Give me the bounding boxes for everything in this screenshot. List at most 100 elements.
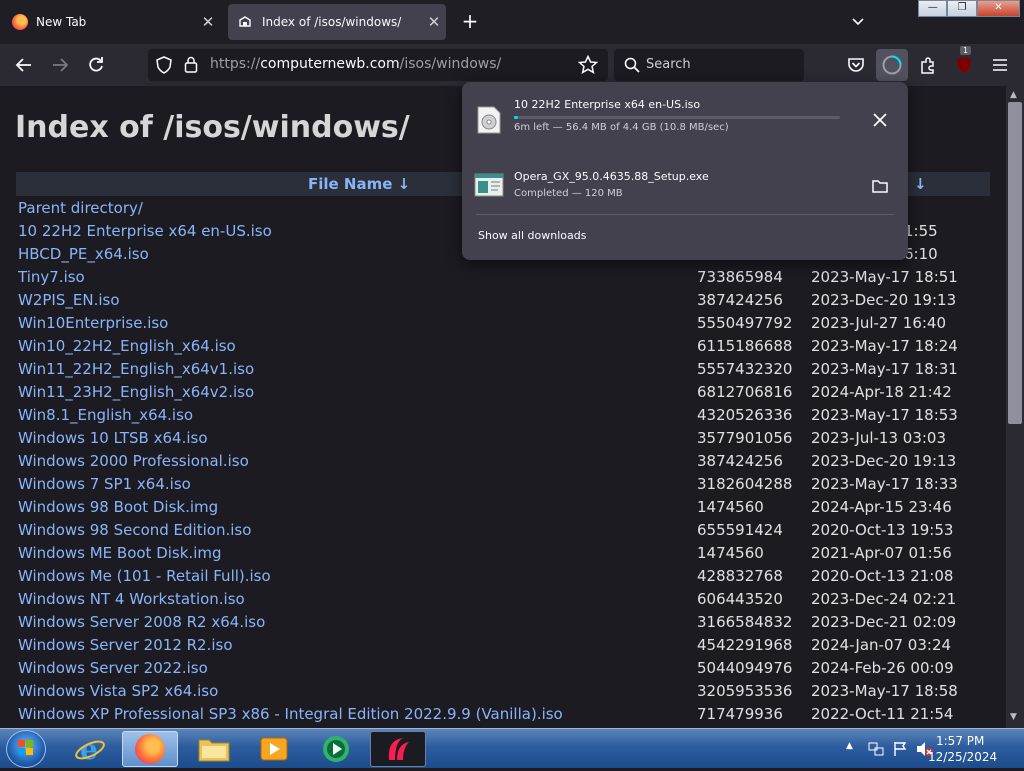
downloads-button[interactable] <box>876 49 908 81</box>
taskbar-file-explorer[interactable] <box>186 731 242 767</box>
file-date: 2023-Dec-20 19:13 <box>811 291 957 309</box>
column-header-date-sort-arrow[interactable]: ↓ <box>914 175 927 193</box>
download-status: Completed — 120 MB <box>514 188 623 199</box>
table-row: Win11_22H2_English_x64v1.iso 5557432320 20… <box>0 358 1006 381</box>
table-row: Windows Vista SP2 x64.iso 3205953536 2023-… <box>0 680 1006 703</box>
file-link[interactable]: Windows Server 2022.iso <box>18 659 208 677</box>
file-link[interactable]: Windows Server 2008 R2 x64.iso <box>18 613 265 631</box>
scroll-up-icon[interactable]: ▲ <box>1010 90 1017 100</box>
file-link[interactable]: Windows 98 Boot Disk.img <box>18 498 218 516</box>
file-link[interactable]: Win11_22H2_English_x64v1.iso <box>18 360 254 378</box>
bookmark-star-icon[interactable] <box>577 54 599 78</box>
file-date: 2023-May-17 18:31 <box>811 360 958 378</box>
tab-strip: New Tab ✕ Index of /isos/windows/ ✕ + — … <box>0 0 1024 44</box>
close-tab-icon[interactable]: ✕ <box>422 10 446 34</box>
taskbar-internet-explorer[interactable]: e <box>62 731 118 767</box>
new-tab-button[interactable]: + <box>458 10 482 34</box>
cancel-download-icon[interactable] <box>866 106 894 134</box>
table-row: W2PIS_EN.iso 387424256 2023-Dec-20 19:13 <box>0 289 1006 312</box>
file-size: 387424256 <box>697 452 783 470</box>
close-window-button[interactable]: ✕ <box>976 0 1020 17</box>
shield-icon[interactable] <box>156 56 172 78</box>
table-row: Win8.1_English_x64.iso 4320526336 2023-May… <box>0 404 1006 427</box>
clock-time[interactable]: 1:57 PM <box>936 734 984 748</box>
table-row: Windows 98 Second Edition.iso 655591424 20… <box>0 519 1006 542</box>
parent-directory-link[interactable]: Parent directory/ <box>18 199 143 217</box>
forward-button[interactable] <box>48 53 72 77</box>
file-link[interactable]: Windows Vista SP2 x64.iso <box>18 682 218 700</box>
column-header-file-name[interactable]: File Name ↓ <box>308 175 410 193</box>
file-link[interactable]: 10 22H2 Enterprise x64 en-US.iso <box>18 222 272 240</box>
pocket-icon[interactable] <box>844 53 868 77</box>
file-size: 5557432320 <box>697 360 793 378</box>
menu-hamburger-icon[interactable] <box>988 53 1012 77</box>
download-item-iso[interactable]: 10 22H2 Enterprise x64 en-US.iso 6m left… <box>462 94 908 144</box>
search-bar[interactable]: Search <box>614 49 804 81</box>
table-row: Tiny7.iso 733865984 2023-May-17 18:51 <box>0 266 1006 289</box>
table-row: Windows 2000 Professional.iso 387424256 20… <box>0 450 1006 473</box>
close-tab-icon[interactable]: ✕ <box>196 10 220 34</box>
file-list: Parent directory/ 10 22H2 Enterprise x64… <box>0 197 1006 726</box>
ublock-origin-icon[interactable]: 1 <box>952 46 976 77</box>
start-button[interactable] <box>6 730 46 768</box>
file-link[interactable]: Windows Me (101 - Retail Full).iso <box>18 567 271 585</box>
file-size: 3577901056 <box>697 429 793 447</box>
file-link[interactable]: Windows ME Boot Disk.img <box>18 544 222 562</box>
file-link[interactable]: Tiny7.iso <box>18 268 85 286</box>
file-date: 2024-Apr-15 23:46 <box>811 498 952 516</box>
action-center-flag-icon[interactable] <box>892 741 908 761</box>
minimize-button[interactable]: — <box>918 0 948 17</box>
clock-date[interactable]: 12/25/2024 <box>928 750 997 764</box>
scroll-down-icon[interactable]: ▼ <box>1010 712 1017 722</box>
file-link[interactable]: Win11_23H2_English_x64v2.iso <box>18 383 254 401</box>
file-date: 2023-Jul-27 16:40 <box>811 314 947 332</box>
file-size: 428832768 <box>697 567 783 585</box>
show-all-downloads-button[interactable]: Show all downloads <box>478 229 586 242</box>
file-link[interactable]: Win10Enterprise.iso <box>18 314 168 332</box>
url-text[interactable]: https://computernewb.com/isos/windows/ <box>210 56 501 72</box>
show-hidden-icons-icon[interactable]: ▲ <box>846 741 853 751</box>
taskbar-firefox[interactable] <box>122 731 178 767</box>
media-player-icon <box>260 737 288 761</box>
scrollbar-thumb[interactable] <box>1008 102 1022 424</box>
file-link[interactable]: Windows NT 4 Workstation.iso <box>18 590 245 608</box>
firefox-icon <box>12 14 28 30</box>
page-icon <box>238 15 252 29</box>
table-row: Windows 98 Boot Disk.img 1474560 2024-Apr-… <box>0 496 1006 519</box>
opera-gx-icon <box>388 738 409 760</box>
installer-file-icon <box>474 172 504 202</box>
table-row: Windows XP Professional SP3 x86 - Integr… <box>0 703 1006 726</box>
file-date: 2023-May-17 18:53 <box>811 406 958 424</box>
extensions-puzzle-icon[interactable] <box>916 53 940 77</box>
file-link[interactable]: HBCD_PE_x64.iso <box>18 245 149 263</box>
table-row: Windows 10 LTSB x64.iso 3577901056 2023-Ju… <box>0 427 1006 450</box>
file-link[interactable]: Windows 98 Second Edition.iso <box>18 521 251 539</box>
taskbar-opera-gx[interactable] <box>370 731 426 767</box>
list-all-tabs-button[interactable] <box>846 10 870 34</box>
file-link[interactable]: Windows Server 2012 R2.iso <box>18 636 233 654</box>
taskbar-media-center[interactable] <box>308 731 364 767</box>
tab-new-tab[interactable]: New Tab ✕ <box>2 4 220 40</box>
file-link[interactable]: Win10_22H2_English_x64.iso <box>18 337 236 355</box>
file-link[interactable]: Windows 7 SP1 x64.iso <box>18 475 191 493</box>
file-link[interactable]: Windows XP Professional SP3 x86 - Integr… <box>18 705 563 723</box>
file-link[interactable]: W2PIS_EN.iso <box>18 291 120 309</box>
file-link[interactable]: Windows 2000 Professional.iso <box>18 452 249 470</box>
download-progress-fill <box>514 116 519 119</box>
reload-button[interactable] <box>84 53 108 77</box>
back-button[interactable] <box>12 53 36 77</box>
show-in-folder-icon[interactable] <box>868 174 892 198</box>
network-icon[interactable] <box>868 741 884 761</box>
download-item-exe[interactable]: Opera_GX_95.0.4635.88_Setup.exe Complete… <box>462 166 908 216</box>
download-filename: Opera_GX_95.0.4635.88_Setup.exe <box>514 170 709 183</box>
address-bar[interactable]: https://computernewb.com/isos/windows/ <box>148 49 608 81</box>
file-link[interactable]: Win8.1_English_x64.iso <box>18 406 193 424</box>
tab-index-of-isos[interactable]: Index of /isos/windows/ ✕ <box>228 4 446 40</box>
file-link[interactable]: Windows 10 LTSB x64.iso <box>18 429 208 447</box>
file-size: 5550497792 <box>697 314 793 332</box>
vertical-scrollbar[interactable]: ▲ ▼ <box>1006 86 1024 728</box>
taskbar-media-player[interactable] <box>246 731 302 767</box>
lock-icon[interactable] <box>184 56 198 77</box>
navigation-toolbar: https://computernewb.com/isos/windows/ S… <box>0 44 1024 86</box>
restore-button[interactable]: ❐ <box>947 0 977 17</box>
